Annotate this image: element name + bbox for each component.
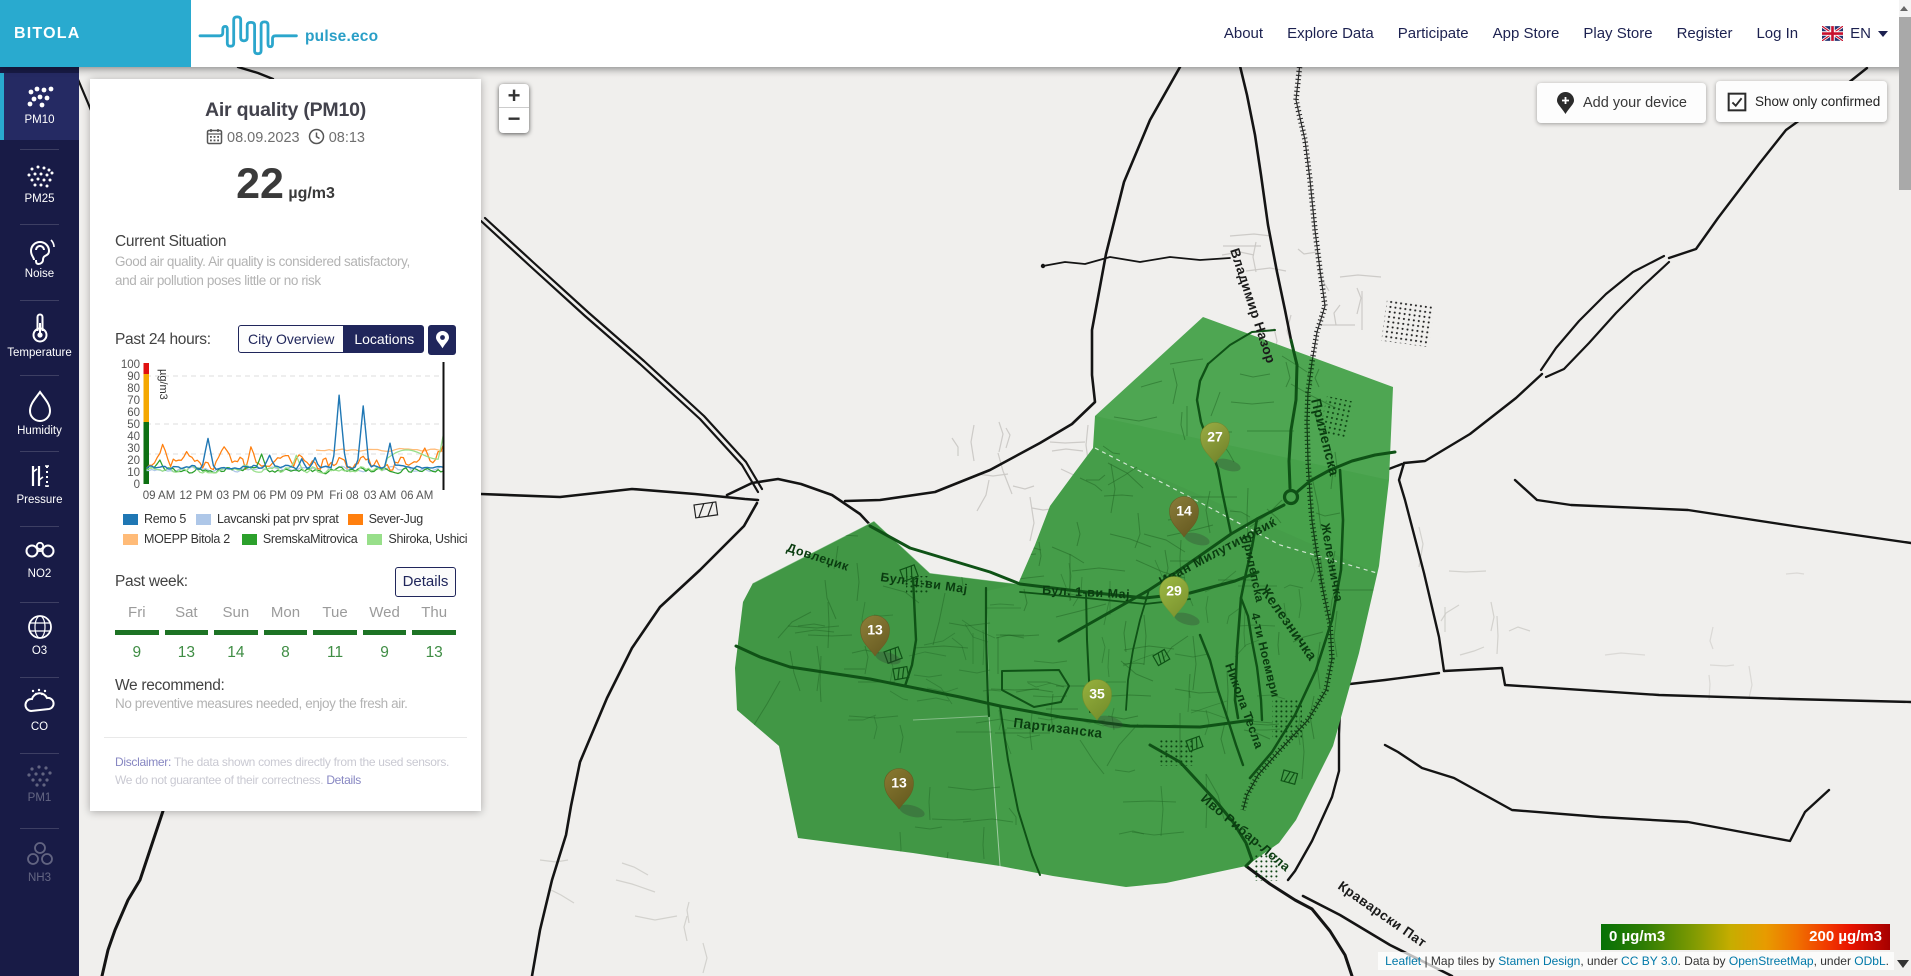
svg-text:100: 100 <box>121 359 140 371</box>
svg-text:09 AM: 09 AM <box>143 490 176 502</box>
svg-text:03 PM: 03 PM <box>216 490 249 502</box>
svg-text:13: 13 <box>891 775 907 791</box>
svg-text:70: 70 <box>127 395 140 407</box>
svg-text:03 AM: 03 AM <box>364 490 397 502</box>
svg-text:90: 90 <box>127 371 140 383</box>
svg-text:80: 80 <box>127 383 140 395</box>
svg-text:35: 35 <box>1089 686 1105 702</box>
svg-text:13: 13 <box>867 622 883 638</box>
svg-text:09 PM: 09 PM <box>290 490 323 502</box>
svg-text:06 AM: 06 AM <box>401 490 434 502</box>
svg-text:12 PM: 12 PM <box>179 490 212 502</box>
svg-text:27: 27 <box>1207 429 1223 445</box>
svg-text:06 PM: 06 PM <box>253 490 286 502</box>
svg-text:µg/m3: µg/m3 <box>157 369 169 400</box>
svg-text:Fri 08: Fri 08 <box>329 490 358 502</box>
svg-text:60: 60 <box>127 407 140 419</box>
svg-text:20: 20 <box>127 455 140 467</box>
svg-text:30: 30 <box>127 443 140 455</box>
svg-text:50: 50 <box>127 419 140 431</box>
svg-text:10: 10 <box>127 467 140 479</box>
svg-text:0: 0 <box>134 479 140 491</box>
svg-text:14: 14 <box>1176 503 1192 519</box>
svg-text:29: 29 <box>1166 583 1182 599</box>
svg-text:40: 40 <box>127 431 140 443</box>
